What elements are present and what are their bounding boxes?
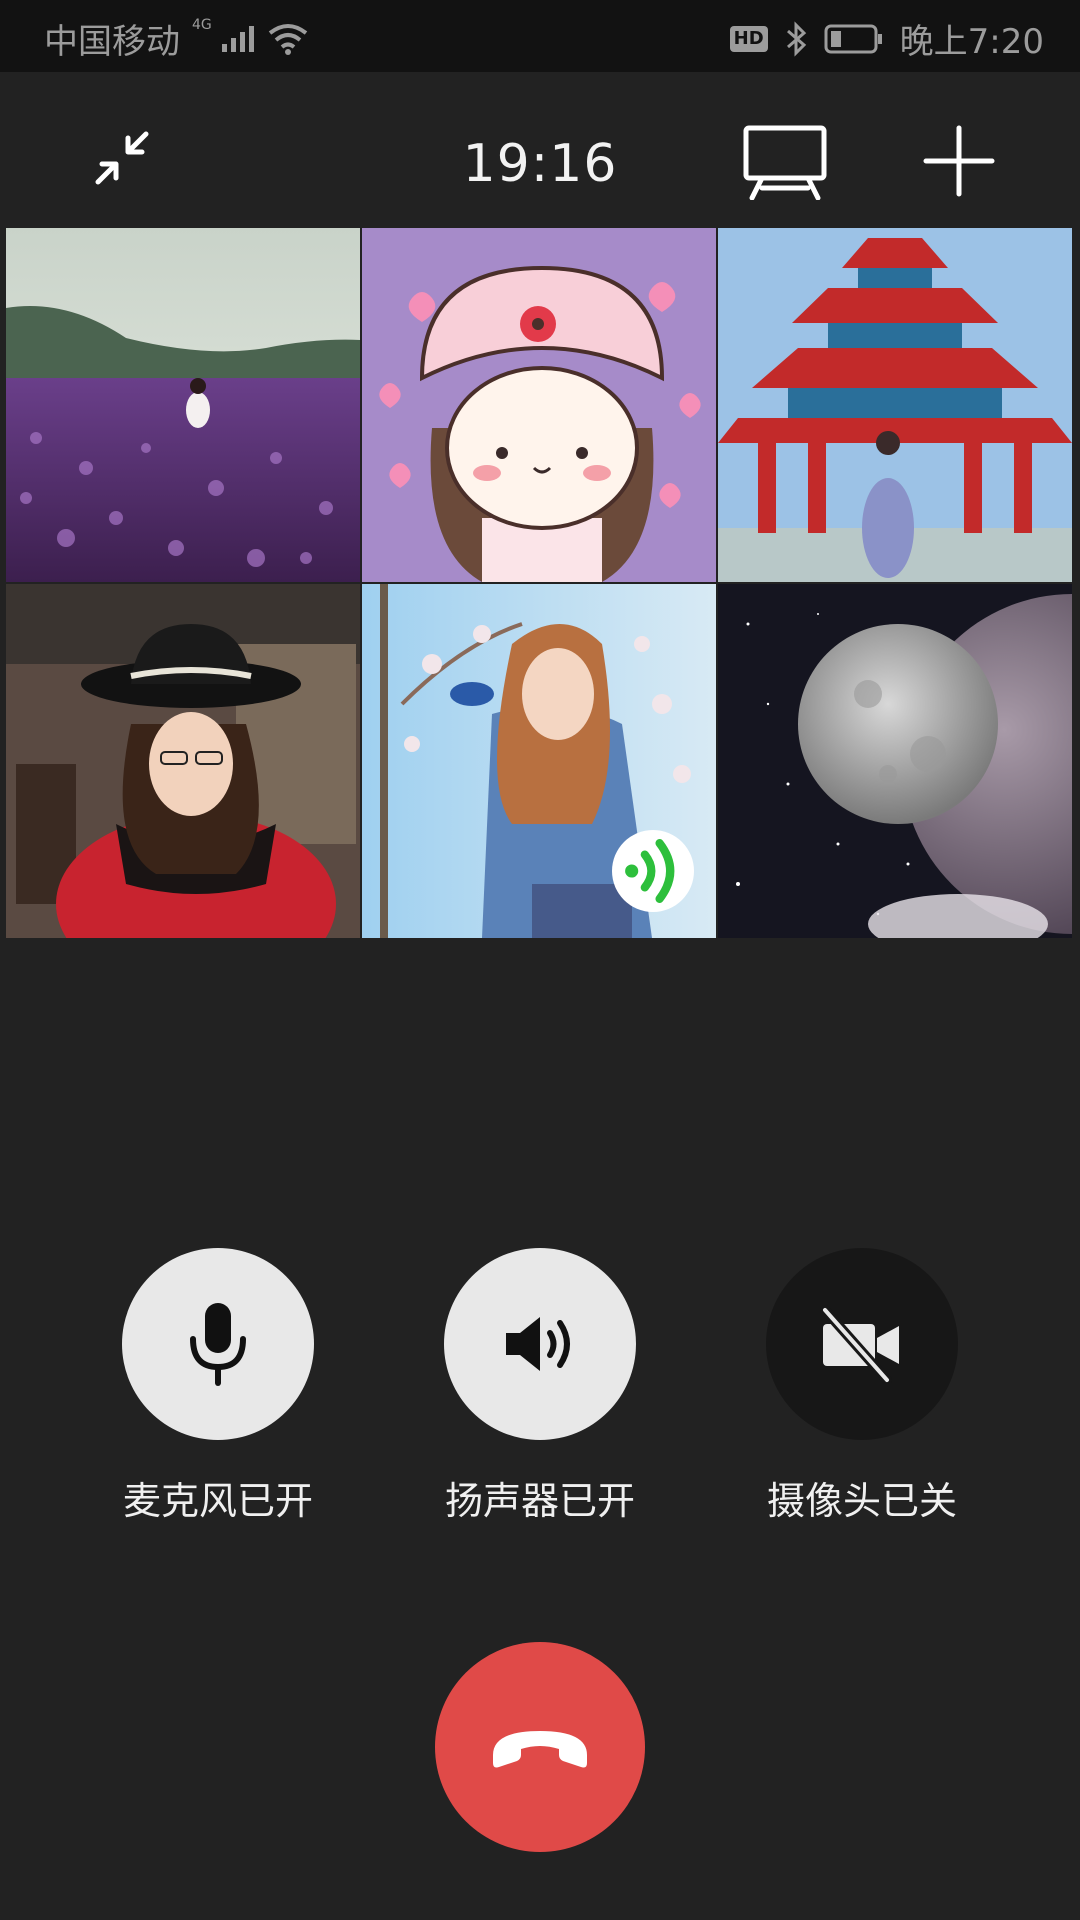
hang-up-button[interactable] [435,1642,645,1852]
participant-tile-4[interactable] [6,584,360,938]
speaker-label: 扬声器已开 [444,1479,635,1523]
screen-share-button[interactable] [742,124,828,201]
mic-control: 麦克风已开 [88,1248,348,1525]
mic-toggle-button[interactable] [122,1248,314,1440]
participant-grid [6,228,1072,938]
speaking-indicator [612,830,694,912]
woman-in-hat-photo [6,584,360,938]
add-participant-button[interactable] [922,124,996,198]
moon-space-photo [718,584,1072,938]
microphone-icon [190,1303,246,1386]
camera-off-icon [820,1305,899,1384]
plus-icon [923,125,995,197]
mic-label: 麦克风已开 [122,1479,313,1523]
voice-wave-icon [625,839,675,903]
call-controls: 麦克风已开 扬声器已开 摄像头已关 [0,1248,1080,1528]
hd-badge: HD [729,25,768,52]
cartoon-girl-avatar [362,228,716,582]
participant-tile-5[interactable] [362,584,716,938]
participant-tile-6[interactable] [718,584,1072,938]
speaker-toggle-button[interactable] [444,1248,636,1440]
camera-control: 摄像头已关 [732,1248,992,1525]
signal-icon [221,25,254,52]
speaker-icon [506,1317,570,1371]
bluetooth-icon [786,20,806,57]
camera-toggle-button[interactable] [766,1248,958,1440]
camera-label: 摄像头已关 [766,1479,957,1523]
lavender-field-photo [6,228,360,582]
participant-tile-2[interactable] [362,228,716,582]
carrier-name: 中国移动 [44,22,180,62]
participant-tile-1[interactable] [6,228,360,582]
status-bar: 中国移动 4G HD 晚上7:20 [0,0,1080,72]
wifi-icon [268,23,307,55]
screen-share-icon [743,125,827,201]
clock: 晚上7:20 [899,22,1044,62]
battery-icon [824,24,882,53]
network-type: 4G [192,16,212,33]
call-top-bar: 19:16 [0,72,1080,228]
phone-hangup-icon [493,1731,587,1768]
participant-tile-3[interactable] [718,228,1072,582]
speaker-control: 扬声器已开 [410,1248,670,1525]
pagoda-photo [718,228,1072,582]
call-timer: 19:16 [462,134,618,194]
